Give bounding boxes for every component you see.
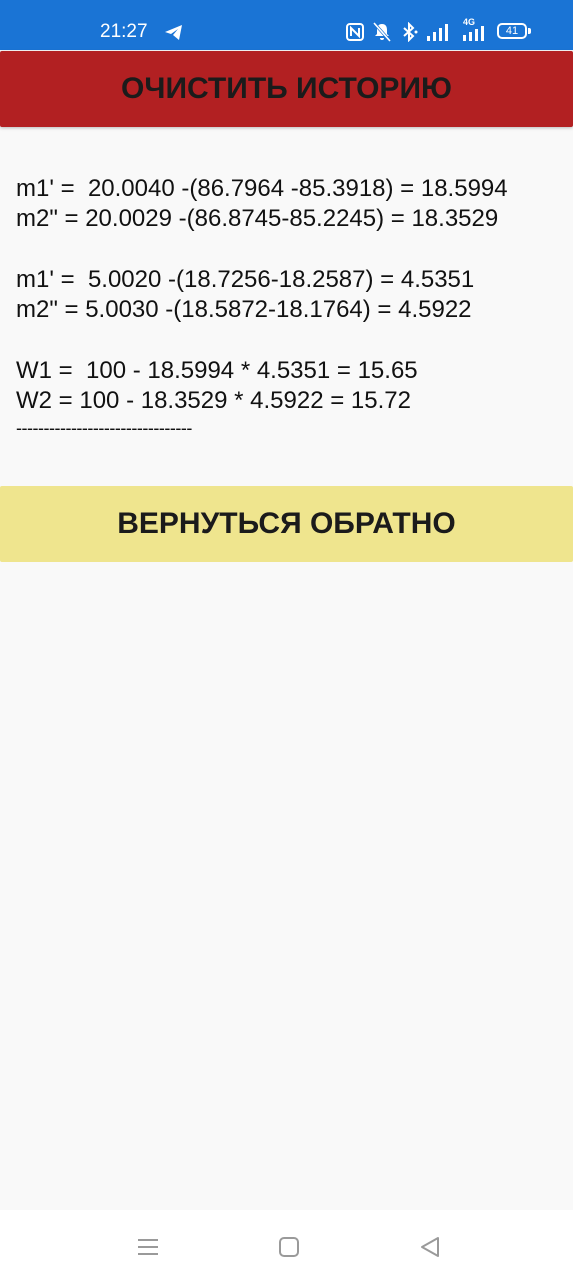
history-line-m2-second: m2" = 5.0030 -(18.5872-18.1764) = 4.5922 (16, 296, 472, 324)
history-spacer (16, 235, 561, 265)
history-line-w1: W1 = 100 - 18.5994 * 4.5351 = 15.65 (16, 356, 418, 384)
go-back-label: ВЕРНУТЬСЯ ОБРАТНО (117, 507, 456, 540)
clear-history-label: ОЧИСТИТЬ ИСТОРИЮ (121, 72, 452, 105)
go-back-button[interactable]: ВЕРНУТЬСЯ ОБРАТНО (0, 486, 573, 562)
status-bar: 21:27 4G 41 (0, 0, 573, 50)
menu-icon[interactable] (133, 1232, 163, 1262)
history-line-m1-first: m1' = 20.0040 -(86.7964 -85.3918) = 18.5… (16, 175, 508, 202)
telegram-icon (165, 25, 182, 40)
battery-level: 41 (505, 25, 519, 37)
mute-icon (373, 22, 391, 42)
history-spacer (16, 325, 561, 355)
battery-icon: 41 (497, 23, 527, 39)
signal-icon (427, 24, 448, 41)
status-time: 21:27 (100, 21, 148, 42)
history-divider: -------------------------------- (16, 418, 192, 439)
history-log: m1' = 20.0040 -(86.7964 -85.3918) = 18.5… (16, 174, 561, 440)
navigation-bar (0, 1210, 573, 1280)
battery-cap (528, 28, 531, 34)
bluetooth-icon (403, 22, 418, 42)
home-icon[interactable] (274, 1232, 304, 1262)
clear-history-button[interactable]: ОЧИСТИТЬ ИСТОРИЮ (0, 51, 573, 127)
back-icon[interactable] (416, 1232, 446, 1262)
nfc-icon (346, 23, 364, 41)
history-line-m1-second: m1' = 5.0020 -(18.7256-18.2587) = 4.5351 (16, 265, 475, 293)
signal-4g-icon (463, 26, 484, 41)
history-line-m2-first: m2" = 20.0029 -(86.8745-85.2245) = 18.35… (16, 205, 499, 233)
history-line-w2: W2 = 100 - 18.3529 * 4.5922 = 15.72 (16, 387, 411, 415)
